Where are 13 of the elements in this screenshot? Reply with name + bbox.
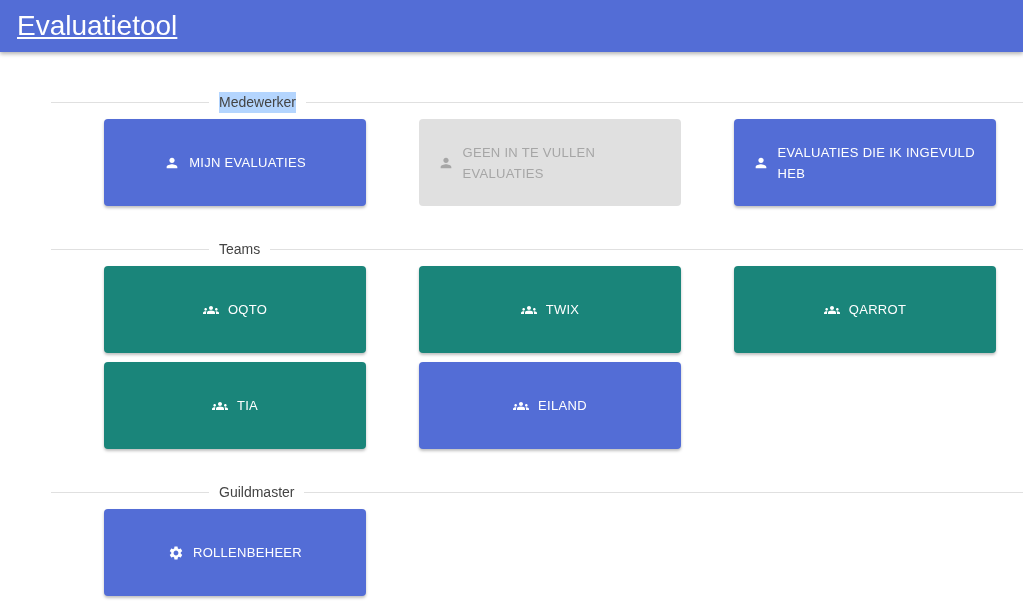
section-title: Guildmaster — [219, 482, 295, 502]
nav-button[interactable]: ROLLENBEHEER — [104, 509, 366, 596]
nav-button[interactable]: QARROT — [734, 266, 996, 353]
app-title-link[interactable]: Evaluatietool — [17, 12, 178, 40]
nav-button[interactable]: OQTO — [104, 266, 366, 353]
section-title: Teams — [219, 239, 261, 259]
nav-button[interactable]: TWIX — [419, 266, 681, 353]
nav-button[interactable]: EILAND — [419, 362, 681, 449]
settings-icon — [167, 544, 184, 561]
nav-button[interactable]: TIA — [104, 362, 366, 449]
section-title: Medewerker — [219, 91, 297, 113]
nav-button[interactable]: MIJN EVALUATIES — [104, 119, 366, 206]
nav-button[interactable]: EVALUATIES DIE IK INGEVULD HEB — [734, 119, 996, 206]
